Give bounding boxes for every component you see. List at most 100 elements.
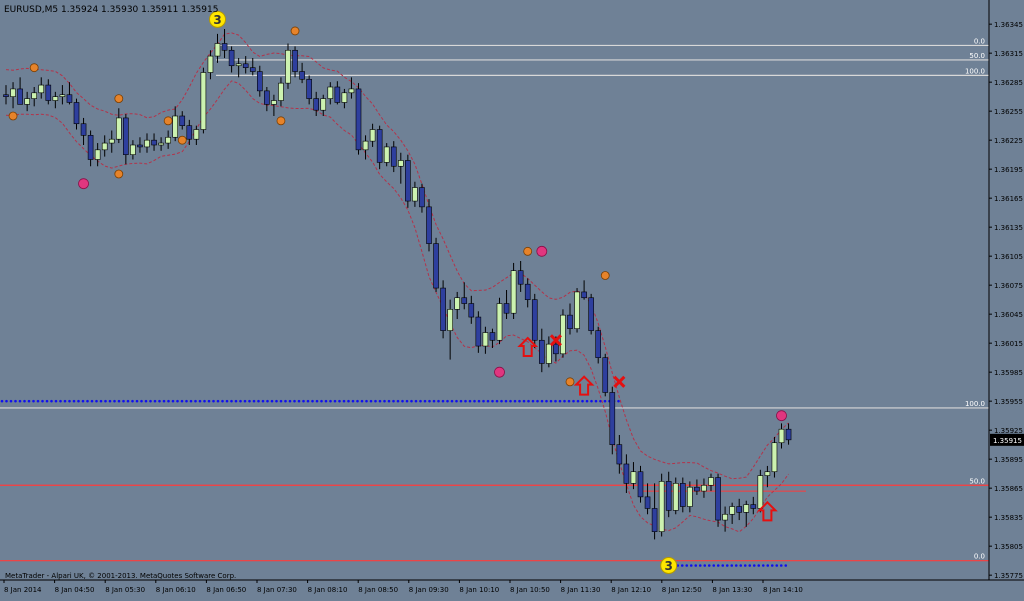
- candle-body: [25, 99, 30, 105]
- candle-body: [384, 147, 389, 162]
- level-dot: [690, 564, 693, 567]
- level-dot: [118, 400, 121, 403]
- candle-body: [723, 514, 728, 520]
- level-dot: [518, 400, 521, 403]
- fib-level-label: 0.0: [974, 37, 985, 45]
- candle-body: [469, 304, 474, 318]
- level-dot: [532, 400, 535, 403]
- candle-body: [391, 147, 396, 166]
- price-chart[interactable]: 0.050.0100.0100.050.00.0 33 1.363751.363…: [0, 0, 1024, 597]
- level-dot: [14, 400, 17, 403]
- candle: [201, 68, 206, 134]
- fractal-orange-icon: [524, 247, 532, 255]
- candle: [356, 83, 361, 155]
- time-tick-label: 8 Jan 12:10: [611, 586, 651, 594]
- level-dot: [694, 564, 697, 567]
- level-dot: [10, 400, 13, 403]
- level-dot: [523, 400, 526, 403]
- candle-body: [349, 89, 354, 93]
- candle-body: [483, 333, 488, 347]
- level-dot: [73, 400, 76, 403]
- level-dot: [455, 400, 458, 403]
- level-dot: [347, 400, 350, 403]
- level-dot: [50, 400, 53, 403]
- level-dot: [122, 400, 125, 403]
- level-dot: [717, 564, 720, 567]
- level-dot: [388, 400, 391, 403]
- candle-body: [88, 135, 93, 159]
- level-dot: [559, 400, 562, 403]
- level-dot: [32, 400, 35, 403]
- candle-body: [631, 472, 636, 484]
- price-tick-label: 1.35895: [994, 456, 1023, 464]
- level-dot: [262, 400, 265, 403]
- current-price-label: 1.35915: [990, 434, 1024, 446]
- level-dot: [127, 400, 130, 403]
- time-tick-label: 8 Jan 09:30: [409, 586, 449, 594]
- candle: [441, 280, 446, 338]
- candle-body: [152, 140, 157, 145]
- level-dot: [554, 400, 557, 403]
- level-dot: [311, 400, 314, 403]
- candle-body: [765, 472, 770, 476]
- level-dot: [383, 400, 386, 403]
- level-dot: [280, 400, 283, 403]
- candle-body: [300, 72, 305, 80]
- level-dot: [541, 400, 544, 403]
- level-dot: [577, 400, 580, 403]
- time-tick-label: 8 Jan 05:30: [105, 586, 145, 594]
- fractal-orange-icon: [601, 272, 609, 280]
- level-dot: [46, 400, 49, 403]
- candle-body: [335, 87, 340, 102]
- level-dot: [437, 400, 440, 403]
- candle-body: [610, 392, 615, 444]
- candle-body: [53, 97, 58, 101]
- candle-body: [744, 505, 749, 513]
- level-dot: [482, 400, 485, 403]
- candle-body: [568, 315, 573, 329]
- candle-body: [624, 464, 629, 483]
- level-dot: [100, 400, 103, 403]
- candle-body: [659, 481, 664, 531]
- level-dot: [604, 400, 607, 403]
- candle-body: [4, 95, 9, 97]
- candle-body: [194, 130, 199, 140]
- candle-body: [215, 44, 220, 57]
- level-dot: [28, 400, 31, 403]
- fractal-pink-icon: [495, 367, 505, 377]
- level-dot: [325, 400, 328, 403]
- level-dot: [136, 400, 139, 403]
- candle-body: [575, 292, 580, 329]
- level-dot: [509, 400, 512, 403]
- level-dot: [401, 400, 404, 403]
- level-dot: [113, 400, 116, 403]
- candle: [377, 126, 382, 170]
- level-dot: [154, 400, 157, 403]
- level-dot: [343, 400, 346, 403]
- candle-body: [511, 271, 516, 314]
- candle-body: [680, 483, 685, 506]
- candle: [560, 309, 565, 357]
- candle-body: [222, 44, 227, 51]
- chart-window[interactable]: 0.050.0100.0100.050.00.0 33 1.363751.363…: [0, 0, 1024, 597]
- time-tick-label: 8 Jan 12:50: [662, 586, 702, 594]
- candle-body: [779, 429, 784, 443]
- candle-body: [271, 101, 276, 105]
- fractal-orange-icon: [277, 117, 285, 125]
- candle: [405, 155, 410, 208]
- candle-body: [448, 309, 453, 330]
- level-dot: [478, 400, 481, 403]
- candle-body: [652, 508, 657, 531]
- candle-body: [137, 145, 142, 147]
- time-tick-label: 8 Jan 08:10: [308, 586, 348, 594]
- time-tick-label: 8 Jan 04:50: [55, 586, 95, 594]
- level-dot: [428, 400, 431, 403]
- fib-level-label: 100.0: [965, 67, 985, 75]
- candle-body: [645, 497, 650, 509]
- level-dot: [82, 400, 85, 403]
- candle-body: [243, 64, 248, 68]
- level-dot: [784, 564, 787, 567]
- fractal-orange-icon: [291, 27, 299, 35]
- fractal-orange-icon: [115, 170, 123, 178]
- level-dot: [370, 400, 373, 403]
